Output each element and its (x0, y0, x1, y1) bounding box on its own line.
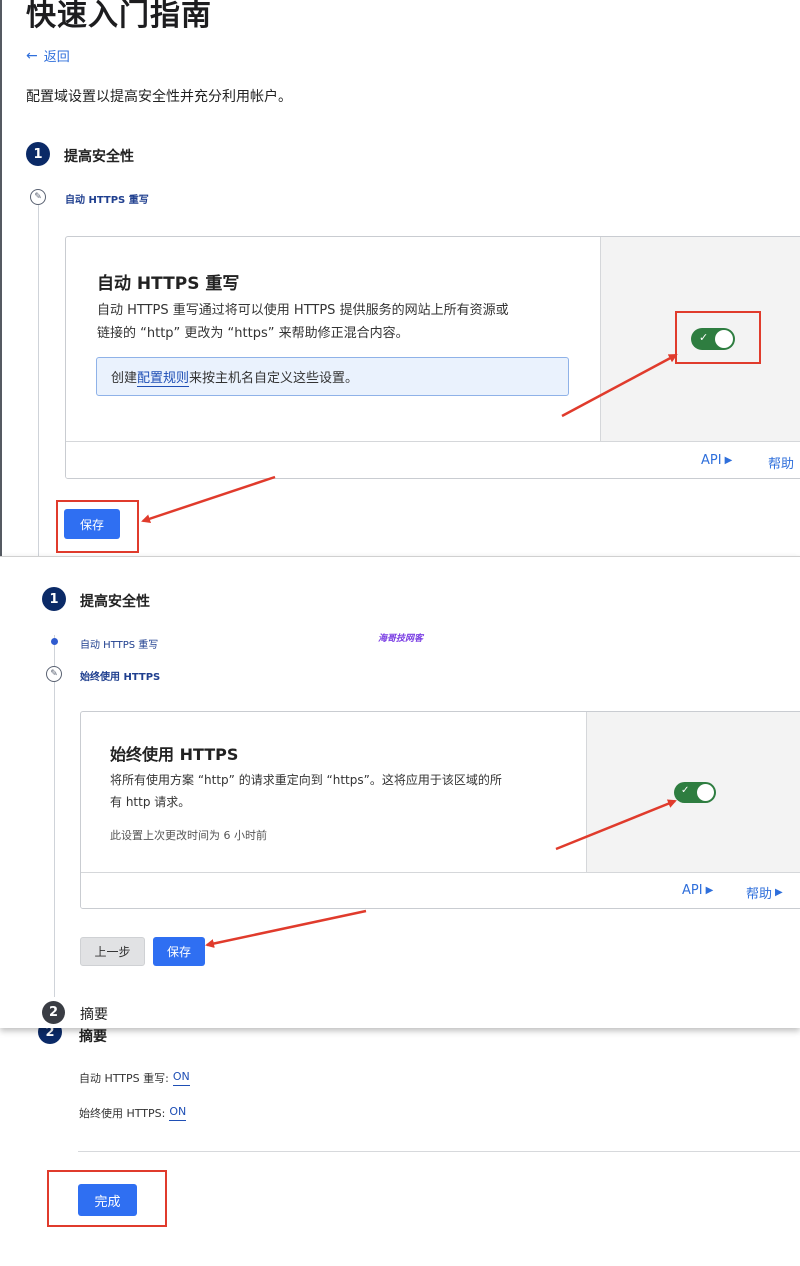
summary-label: 自动 HTTPS 重写: (79, 1072, 169, 1085)
api-label: API (701, 453, 722, 468)
intro-text: 配置域设置以提高安全性并充分利用帐户。 (26, 89, 292, 105)
summary-label: 始终使用 HTTPS: (79, 1107, 166, 1120)
panel-summary: 2 摘要 自动 HTTPS 重写: ON 始终使用 HTTPS: ON 完成 (0, 1020, 800, 1266)
last-changed-note: 此设置上次更改时间为 6 小时前 (110, 829, 267, 842)
check-icon: ✓ (681, 785, 690, 796)
step-2-title: 摘要 (79, 1029, 107, 1045)
step-timeline (54, 635, 55, 997)
step-1-badge: 1 (26, 142, 50, 166)
help-label: 帮助 (768, 457, 795, 472)
card-description-line2: 链接的 “http” 更改为 “https” 来帮助修正混合内容。 (97, 326, 409, 341)
edit-pencil-icon: ✎ (46, 666, 62, 682)
save-button[interactable]: 保存 (153, 937, 205, 966)
info-prefix: 创建 (111, 371, 138, 386)
annotation-box-finish (47, 1170, 167, 1227)
watermark: 海哥技网客 (378, 634, 424, 644)
card-description-line1: 将所有使用方案 “http” 的请求重定向到 “https”。这将应用于该区域的… (110, 773, 502, 787)
api-label: API (682, 883, 703, 898)
triangle-right-icon: ▶ (724, 455, 733, 466)
annotation-box-toggle (675, 311, 761, 364)
window-edge (0, 0, 2, 556)
api-link[interactable]: API ▶ (701, 453, 732, 468)
substep-label-always-https[interactable]: 始终使用 HTTPS (80, 668, 160, 683)
arrow-left-icon: ← (26, 47, 38, 64)
card-description-line2: 有 http 请求。 (110, 795, 191, 809)
setting-card-always-https: 始终使用 HTTPS 将所有使用方案 “http” 的请求重定向到 “https… (80, 711, 800, 909)
summary-value[interactable]: ON (172, 1070, 190, 1086)
help-link[interactable]: 帮助 ▶ (746, 883, 783, 902)
help-link[interactable]: 帮助 (768, 453, 794, 472)
panel-auto-https-rewrite: 快速入门指南 ← 返回 配置域设置以提高安全性并充分利用帐户。 1 提高安全性 … (0, 0, 800, 556)
annotation-box-save (56, 500, 139, 553)
config-rules-link[interactable]: 配置规则 (137, 367, 190, 387)
substep-label-auto-https[interactable]: 自动 HTTPS 重写 (80, 636, 158, 651)
back-link[interactable]: ← 返回 (26, 46, 70, 66)
step-1-title: 提高安全性 (80, 594, 150, 610)
substep-label-auto-https[interactable]: 自动 HTTPS 重写 (65, 191, 149, 206)
previous-step-button[interactable]: 上一步 (80, 937, 145, 966)
help-label: 帮助 (746, 887, 773, 902)
card-title: 始终使用 HTTPS (110, 745, 239, 764)
step-2-badge: 2 (42, 1001, 65, 1024)
divider (78, 1151, 800, 1152)
summary-value[interactable]: ON (169, 1105, 187, 1121)
step-timeline (38, 205, 39, 556)
card-footer (66, 441, 800, 478)
step-2-title: 摘要 (80, 1007, 108, 1023)
api-link[interactable]: API ▶ (682, 883, 713, 898)
back-label: 返回 (43, 50, 70, 65)
summary-row-auto-https: 自动 HTTPS 重写: ON (79, 1070, 190, 1086)
summary-row-always-https: 始终使用 HTTPS: ON (79, 1105, 187, 1121)
toggle-knob (697, 784, 714, 801)
always-https-toggle[interactable]: ✓ (674, 782, 716, 803)
step-1-title: 提高安全性 (64, 149, 134, 165)
step-1-badge: 1 (42, 587, 66, 611)
completed-dot-icon (51, 638, 58, 645)
card-title: 自动 HTTPS 重写 (97, 274, 240, 294)
panel-always-use-https: 1 提高安全性 自动 HTTPS 重写 海哥技网客 ✎ 始终使用 HTTPS 始… (0, 556, 800, 1028)
triangle-right-icon: ▶ (775, 887, 783, 898)
config-rule-info-box: 创建 配置规则 来按主机名自定义这些设置。 (96, 357, 569, 396)
info-suffix: 来按主机名自定义这些设置。 (189, 371, 359, 386)
page-title: 快速入门指南 (26, 0, 212, 33)
triangle-right-icon: ▶ (705, 885, 714, 896)
edit-pencil-icon: ✎ (30, 189, 46, 205)
card-description-line1: 自动 HTTPS 重写通过将可以使用 HTTPS 提供服务的网站上所有资源或 (97, 303, 509, 318)
